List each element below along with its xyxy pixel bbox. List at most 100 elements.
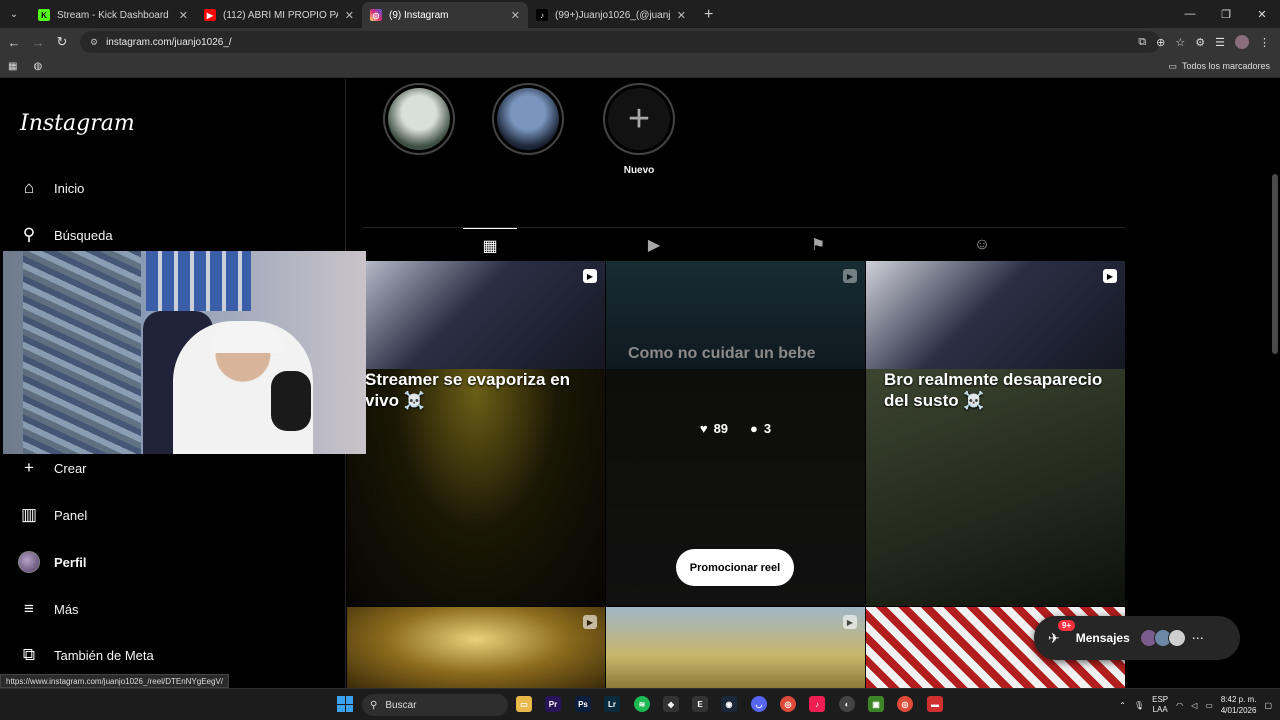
battery-icon[interactable]: ▭ (1205, 701, 1213, 710)
chevron-up-icon[interactable]: ⌃ (1119, 701, 1126, 710)
forward-arrow-icon[interactable]: → (26, 35, 50, 50)
sidebar-item-meta[interactable]: ⧉ También de Meta (18, 642, 154, 668)
tab-posts[interactable]: ▦ (463, 228, 517, 262)
steam-icon[interactable]: ◉ (721, 696, 737, 712)
tab-tiktok[interactable]: ♪ (99+)Juanjo1026_(@juanjo1026 ✕ (528, 2, 694, 28)
tab-youtube[interactable]: ▶ (112) ABRÍ MI PROPIO PARQUE ✕ (196, 2, 362, 28)
bookmark-star-icon[interactable]: ☆ (1175, 36, 1185, 49)
all-bookmarks[interactable]: ▭ Todos los marcadores (1168, 61, 1270, 72)
sidebar-item-label: Perfil (54, 554, 87, 570)
discord-icon[interactable]: ◡ (751, 696, 767, 712)
post-tile[interactable]: ▶ Bro realmente desaparecio del susto ☠️ (866, 261, 1125, 606)
tiktok-icon[interactable]: ♪ (809, 696, 825, 712)
new-tab-button[interactable]: + (704, 6, 713, 24)
tab-reels[interactable]: ▶ (627, 228, 681, 262)
screen: ⌄ K Stream - Kick Dashboard ✕ ▶ (112) AB… (0, 0, 1280, 720)
post-tile[interactable]: ▶ (606, 607, 865, 688)
clock[interactable]: 8:42 p. m. 4/01/2026 (1221, 694, 1257, 716)
file-explorer-icon[interactable]: ▭ (516, 696, 532, 712)
globe-icon[interactable]: ◍ (33, 61, 42, 72)
tab-instagram[interactable]: ◎ (9) Instagram ✕ (362, 2, 528, 28)
volume-icon[interactable]: ◁ (1191, 701, 1197, 710)
sidebar-item-inicio[interactable]: ⌂ Inicio (18, 175, 85, 201)
more-icon[interactable]: ⋯ (1192, 631, 1204, 645)
photoshop-icon[interactable]: Ps (575, 696, 591, 712)
post-thumbnail-top (866, 261, 1125, 369)
message-avatars (1139, 629, 1186, 647)
chrome-icon[interactable]: ◎ (780, 696, 796, 712)
notification-icon[interactable]: ▢ (1264, 701, 1272, 710)
premiere-icon[interactable]: Pr (545, 696, 561, 712)
sidebar-item-panel[interactable]: ▥ Panel (18, 502, 87, 528)
app-icon[interactable]: ◆ (663, 696, 679, 712)
story-ring: + (603, 83, 675, 155)
zoom-icon[interactable]: ⊕ (1156, 36, 1165, 49)
sidebar-item-label: También de Meta (54, 647, 154, 663)
story-highlight-1[interactable] (381, 83, 457, 155)
new-story-button[interactable]: + Nuevo (601, 83, 677, 176)
install-app-icon[interactable]: ⧉ (1138, 36, 1146, 49)
spotify-icon[interactable]: ≋ (634, 696, 650, 712)
story-ring (383, 83, 455, 155)
tab-search-button[interactable]: ⌄ (4, 4, 24, 24)
sidebar-item-mas[interactable]: ≡ Más (18, 596, 79, 622)
tab-tagged[interactable]: ☺ (955, 228, 1009, 262)
browser-menu-icon[interactable]: ⋮ (1259, 36, 1270, 49)
epic-games-icon[interactable]: E (692, 696, 708, 712)
likes-stat: ♥ 89 (700, 421, 728, 436)
close-tab-icon[interactable]: ✕ (677, 9, 686, 22)
story-highlight-2[interactable] (490, 83, 566, 155)
back-arrow-icon[interactable]: ← (2, 35, 26, 50)
microphone-icon[interactable]: 🎙 (1134, 701, 1144, 710)
language-indicator[interactable]: ESP LAA (1152, 695, 1168, 715)
address-bar[interactable]: ⚙ instagram.com/juanjo1026_/ (80, 31, 1160, 53)
plus-icon: + (608, 88, 670, 150)
lightroom-icon[interactable]: Lr (604, 696, 620, 712)
reload-icon[interactable]: ↻ (50, 34, 74, 50)
windows-start-icon[interactable] (337, 696, 353, 712)
microphone-image (271, 371, 311, 431)
tab-kick[interactable]: K Stream - Kick Dashboard ✕ (30, 2, 196, 28)
close-window-icon[interactable]: ✕ (1244, 0, 1280, 28)
minecraft-icon[interactable]: ▣ (868, 696, 884, 712)
obs-icon[interactable]: ◐ (839, 696, 855, 712)
sidebar-item-label: Panel (54, 507, 88, 523)
sidebar-item-busqueda[interactable]: ⚲ Búsqueda (18, 222, 113, 248)
browser-tab-strip: ⌄ K Stream - Kick Dashboard ✕ ▶ (112) AB… (0, 0, 1280, 28)
restore-icon[interactable]: ❐ (1208, 0, 1244, 28)
instagram-logo[interactable]: Instagram (20, 111, 135, 136)
keyboard-layout: LAA (1152, 705, 1168, 714)
post-tile[interactable]: ▶ Streamer se evaporiza en vivo ☠️ (347, 261, 605, 606)
chrome-active-icon[interactable]: ◎ (897, 696, 913, 712)
close-tab-icon[interactable]: ✕ (511, 9, 520, 22)
post-tile-hovered[interactable]: ▶ Como no cuidar un bebe ♥ 89 ● 3 Promocio… (606, 261, 865, 606)
sidebar-item-perfil[interactable]: Perfil (18, 549, 87, 575)
taskbar-search[interactable]: ⚲ Buscar (362, 694, 508, 716)
tab-saved[interactable]: ⚑ (791, 228, 845, 262)
promote-reel-button[interactable]: Promocionar reel (676, 549, 794, 586)
page-scrollbar[interactable] (1272, 174, 1278, 354)
all-bookmarks-label: Todos los marcadores (1181, 61, 1270, 71)
profile-avatar[interactable] (1235, 35, 1249, 49)
post-tile[interactable]: ▶ (347, 607, 605, 688)
minimize-icon[interactable]: — (1172, 0, 1208, 28)
sidebar-item-label: Búsqueda (54, 227, 113, 243)
story-image (497, 88, 559, 150)
sidebar-item-crear[interactable]: + Crear (18, 455, 86, 481)
reading-list-icon[interactable]: ☰ (1215, 36, 1225, 49)
close-tab-icon[interactable]: ✕ (179, 9, 188, 22)
app-red-icon[interactable]: ▬ (927, 696, 943, 712)
system-tray: ⌃ 🎙 ESP LAA ◠ ◁ ▭ 8:42 p. m. 4/01/2026 ▢ (1119, 689, 1280, 720)
post-caption: Bro realmente desaparecio del susto ☠️ (884, 370, 1103, 410)
extensions-icon[interactable]: ⚙ (1195, 36, 1205, 49)
new-story-label: Nuevo (623, 165, 655, 176)
close-tab-icon[interactable]: ✕ (345, 9, 354, 22)
site-info-icon[interactable]: ⚙ (90, 37, 98, 48)
wifi-icon[interactable]: ◠ (1176, 701, 1183, 710)
messages-button[interactable]: ✈ 9+ Mensajes ⋯ (1034, 616, 1240, 660)
tab-title: (99+)Juanjo1026_(@juanjo1026 (555, 9, 670, 21)
sidebar-item-label: Inicio (54, 180, 85, 196)
apps-grid-icon[interactable]: ▦ (8, 61, 17, 72)
comments-stat: ● 3 (750, 421, 771, 436)
cap-image (211, 323, 283, 353)
